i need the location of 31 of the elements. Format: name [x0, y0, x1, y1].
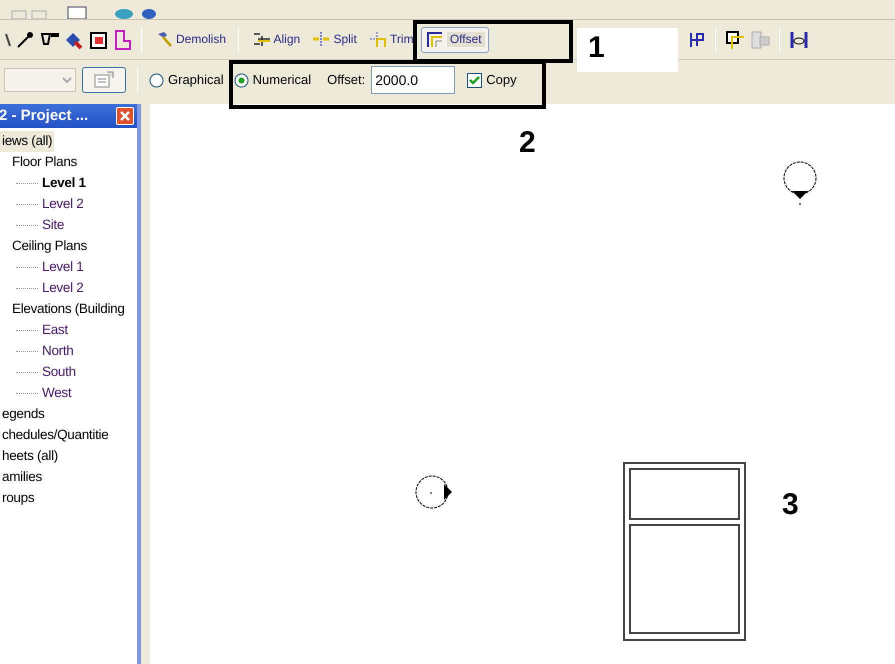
toolbar-button[interactable]: Offset	[420, 26, 489, 52]
tree-item[interactable]: South	[40, 362, 78, 383]
tree-item[interactable]: amilies	[0, 467, 44, 488]
tree-item[interactable]: Level 2	[40, 278, 86, 299]
tree-item[interactable]: chedules/Quantitie	[0, 425, 110, 446]
offset-field[interactable]: 2000.0	[371, 66, 456, 94]
toolbar-button[interactable]: Split	[307, 26, 361, 52]
annotation-number: 3	[782, 490, 799, 520]
tree-item[interactable]: iews (all)	[0, 131, 54, 152]
offset-label: Offset:	[327, 71, 366, 90]
tree-item[interactable]: Level 2	[40, 194, 86, 215]
tree-item[interactable]: Level 1	[40, 257, 86, 278]
toolbar-button[interactable]: Demolish	[150, 26, 230, 52]
radio-option[interactable]: Numerical	[234, 70, 312, 90]
copy-checkbox[interactable]: Copy	[467, 70, 517, 90]
tree-item[interactable]: heets (all)	[0, 446, 60, 467]
tree-item[interactable]: North	[40, 341, 76, 362]
tree-item[interactable]: Elevations (Building	[10, 299, 127, 320]
toolbar-button[interactable]: Align	[248, 26, 304, 52]
radio-option[interactable]: Graphical	[149, 70, 224, 90]
annotation-number: 1	[588, 33, 605, 63]
tree-item[interactable]: East	[40, 320, 70, 341]
annotation-number: 2	[519, 128, 536, 158]
toolbar-button[interactable]: Trim	[364, 26, 418, 52]
tree-item[interactable]: egends	[0, 404, 46, 425]
tree-item[interactable]: Level 1	[40, 173, 88, 194]
tree-item[interactable]: Site	[40, 215, 66, 236]
tree-item[interactable]: West	[40, 383, 74, 404]
tree-item[interactable]: Ceiling Plans	[10, 236, 89, 257]
tree-item[interactable]: Floor Plans	[10, 152, 79, 173]
tree-item[interactable]: roups	[0, 488, 36, 509]
